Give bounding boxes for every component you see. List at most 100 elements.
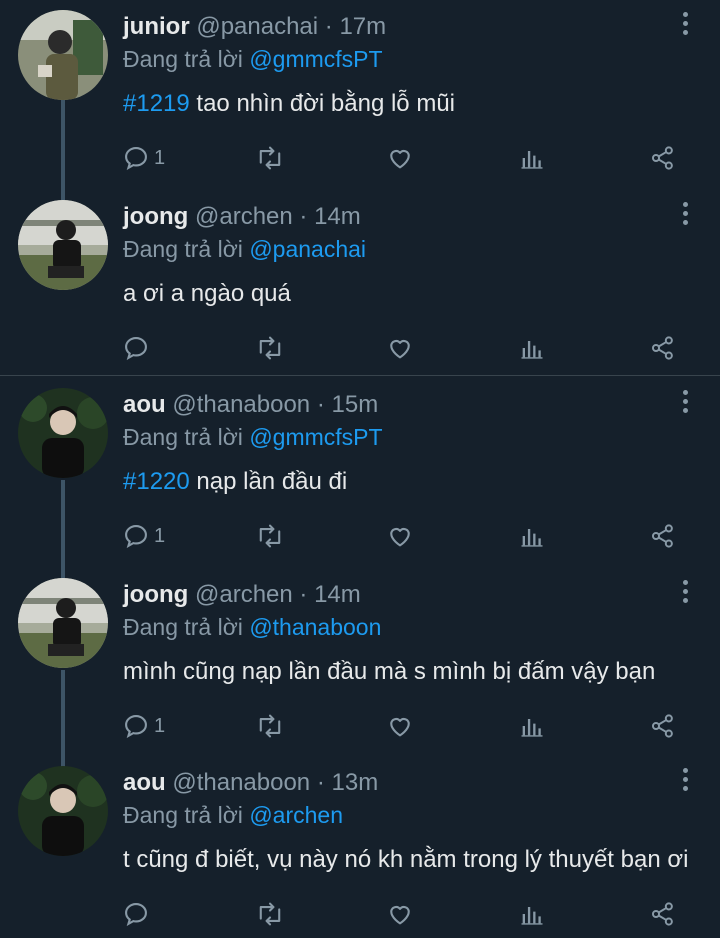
like-button[interactable] xyxy=(386,518,414,554)
share-button[interactable] xyxy=(649,140,677,176)
more-options-icon[interactable] xyxy=(680,12,690,40)
like-icon xyxy=(390,905,410,925)
tweet-text: #1219 tao nhìn đời bằng lỗ mũi xyxy=(123,88,455,120)
like-icon xyxy=(390,149,410,169)
reply-button[interactable]: 1 xyxy=(122,708,165,744)
reply-prefix: Đang trả lời xyxy=(123,802,243,828)
replying-to: Đang trả lời @gmmcfsPT xyxy=(123,422,383,452)
share-icon xyxy=(651,902,673,926)
display-name[interactable]: joong xyxy=(123,581,188,608)
views-icon xyxy=(521,151,543,169)
tweet-text: t cũng đ biết, vụ này nó kh nằm trong lý… xyxy=(123,844,688,876)
tweet-body: tao nhìn đời bằng lỗ mũi xyxy=(189,90,455,117)
hashtag-link[interactable]: #1219 xyxy=(123,90,190,117)
avatar[interactable] xyxy=(18,578,108,668)
separator-dot: · xyxy=(299,581,308,608)
user-handle[interactable]: @archen xyxy=(195,203,293,230)
share-button[interactable] xyxy=(649,330,677,366)
retweet-icon xyxy=(259,714,281,738)
retweet-icon xyxy=(259,524,281,548)
views-button[interactable] xyxy=(518,708,546,744)
tweet-body: t cũng đ biết, vụ này nó kh nằm trong lý… xyxy=(123,846,689,873)
timestamp[interactable]: 14m xyxy=(314,581,361,608)
views-button[interactable] xyxy=(518,140,546,176)
reply-mention[interactable]: @thanaboon xyxy=(249,614,381,640)
timestamp[interactable]: 17m xyxy=(339,13,386,40)
tweet-text: #1220 nạp lần đầu đi xyxy=(123,466,347,498)
reply-prefix: Đang trả lời xyxy=(123,614,243,640)
reply-count: 1 xyxy=(154,714,166,737)
tweet-text: a ơi a ngào quá xyxy=(123,278,291,310)
user-handle[interactable]: @panachai xyxy=(196,13,318,40)
avatar[interactable] xyxy=(18,200,108,290)
reply-button[interactable] xyxy=(122,896,154,932)
retweet-button[interactable] xyxy=(255,708,285,744)
share-icon xyxy=(651,146,673,170)
retweet-button[interactable] xyxy=(255,518,285,554)
reply-icon xyxy=(125,903,147,927)
share-button[interactable] xyxy=(649,518,677,554)
retweet-icon xyxy=(259,146,281,170)
retweet-button[interactable] xyxy=(255,896,285,932)
hashtag-link[interactable]: #1220 xyxy=(123,468,190,495)
more-options-icon[interactable] xyxy=(680,202,690,230)
avatar[interactable] xyxy=(18,766,108,856)
user-handle[interactable]: @archen xyxy=(195,581,293,608)
reply-button[interactable]: 1 xyxy=(122,518,165,554)
share-button[interactable] xyxy=(649,896,677,932)
views-button[interactable] xyxy=(518,896,546,932)
like-button[interactable] xyxy=(386,330,414,366)
conversation-divider xyxy=(0,375,720,376)
display-name[interactable]: aou xyxy=(123,391,166,418)
reply-button[interactable]: 1 xyxy=(122,140,165,176)
separator-dot: · xyxy=(316,391,325,418)
timestamp[interactable]: 13m xyxy=(332,769,379,796)
retweet-button[interactable] xyxy=(255,330,285,366)
retweet-icon xyxy=(259,902,281,926)
more-options-icon[interactable] xyxy=(680,390,690,418)
like-button[interactable] xyxy=(386,708,414,744)
display-name[interactable]: joong xyxy=(123,203,188,230)
timestamp[interactable]: 14m xyxy=(314,203,361,230)
reply-mention[interactable]: @archen xyxy=(249,802,343,828)
share-button[interactable] xyxy=(649,708,677,744)
user-handle[interactable]: @thanaboon xyxy=(172,391,310,418)
reply-mention[interactable]: @gmmcfsPT xyxy=(249,46,382,72)
more-options-icon[interactable] xyxy=(680,580,690,608)
reply-button[interactable] xyxy=(122,330,154,366)
reply-mention[interactable]: @panachai xyxy=(249,236,366,262)
reply-count: 1 xyxy=(154,524,166,547)
action-bar xyxy=(0,896,720,932)
reply-mention[interactable]: @gmmcfsPT xyxy=(249,424,382,450)
more-options-icon[interactable] xyxy=(680,768,690,796)
action-bar xyxy=(0,330,720,366)
share-icon xyxy=(651,524,673,548)
avatar[interactable] xyxy=(18,10,108,100)
display-name[interactable]: junior xyxy=(123,13,190,40)
separator-dot: · xyxy=(316,769,325,796)
display-name[interactable]: aou xyxy=(123,769,166,796)
avatar[interactable] xyxy=(18,388,108,478)
views-icon xyxy=(521,907,543,925)
user-handle[interactable]: @thanaboon xyxy=(172,769,310,796)
retweet-icon xyxy=(259,336,281,360)
reply-icon xyxy=(125,715,147,739)
separator-dot: · xyxy=(324,13,333,40)
share-icon xyxy=(651,336,673,360)
tweet-body: nạp lần đầu đi xyxy=(189,468,348,495)
tweet-body: mình cũng nạp lần đầu mà s mình bị đấm v… xyxy=(123,658,656,685)
views-button[interactable] xyxy=(518,330,546,366)
like-button[interactable] xyxy=(386,140,414,176)
replying-to: Đang trả lời @gmmcfsPT xyxy=(123,44,383,74)
timestamp[interactable]: 15m xyxy=(332,391,379,418)
reply-prefix: Đang trả lời xyxy=(123,424,243,450)
like-button[interactable] xyxy=(386,896,414,932)
replying-to: Đang trả lời @thanaboon xyxy=(123,612,381,642)
like-icon xyxy=(390,339,410,359)
separator-dot: · xyxy=(299,203,308,230)
tweet-header: joong @archen · 14m xyxy=(123,580,361,610)
tweet-header: joong @archen · 14m xyxy=(123,202,361,232)
reply-prefix: Đang trả lời xyxy=(123,46,243,72)
retweet-button[interactable] xyxy=(255,140,285,176)
views-button[interactable] xyxy=(518,518,546,554)
